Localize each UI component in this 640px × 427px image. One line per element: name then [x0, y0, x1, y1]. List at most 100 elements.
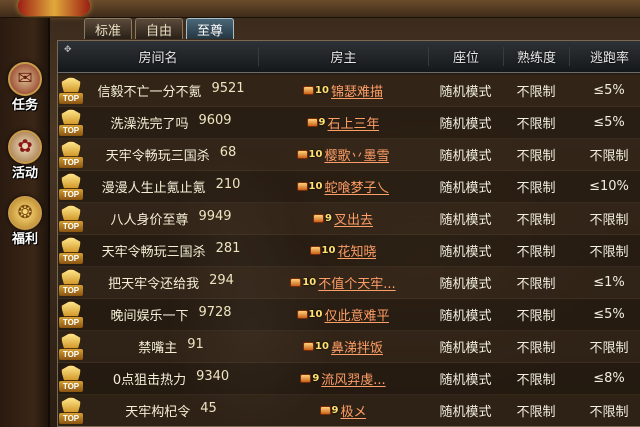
- room-name: 八人身价至尊: [110, 213, 189, 228]
- top-badge-label: TOP: [59, 124, 83, 136]
- side-item-welfare[interactable]: ❂ 福利: [2, 196, 48, 247]
- tab-supreme[interactable]: 至尊: [186, 18, 235, 39]
- top-shield-icon: [61, 236, 81, 253]
- host-name-link[interactable]: 流风羿虔...: [321, 369, 385, 388]
- side-item-activity[interactable]: ✿ 活动: [2, 130, 48, 181]
- room-name-cell: 禁嘴主 91: [84, 337, 258, 356]
- top-badge-label: TOP: [59, 92, 83, 104]
- seat-mode: 随机模式: [439, 245, 492, 260]
- table-row[interactable]: TOP 禁嘴主 91 10 鼻涕拌饭 随机模式 不限制 不限制: [58, 331, 640, 363]
- table-row[interactable]: TOP 天牢令畅玩三国杀 281 10 花知晓 随机模式 不限制 不限制: [58, 235, 640, 267]
- top-badge-label: TOP: [59, 188, 83, 200]
- tab-standard[interactable]: 标准: [84, 18, 133, 39]
- vip-badge: 10: [296, 149, 322, 160]
- table-row[interactable]: TOP 八人身价至尊 9949 9 叉出去 随机模式 不限制 不限制: [58, 203, 640, 235]
- top-badge-cell: TOP: [58, 299, 84, 331]
- vip-level: 9: [325, 213, 332, 224]
- vip-level: 10: [315, 85, 329, 96]
- table-row[interactable]: TOP 晚间娱乐一下 9728 10 仅此意难平 随机模式 不限制 ≤5%: [58, 299, 640, 331]
- top-badge-icon: TOP: [59, 236, 83, 266]
- table-row[interactable]: TOP 天牢构杞令 45 9 极メ 随机模式 不限制 不限制: [58, 395, 640, 427]
- vip-crown-icon: [303, 86, 315, 95]
- table-row[interactable]: TOP 洗澡洗完了吗 9609 9 石上三年 随机模式 不限制 ≤5%: [58, 107, 640, 139]
- vip-badge: 9: [306, 117, 325, 128]
- room-name-cell: 洗澡洗完了吗 9609: [84, 113, 258, 132]
- skill-requirement: 不限制: [516, 309, 556, 324]
- tab-free[interactable]: 自由: [135, 18, 184, 39]
- top-badge-cell: TOP: [58, 395, 84, 427]
- top-badge-icon: TOP: [59, 300, 83, 330]
- column-skill[interactable]: 熟练度: [503, 47, 569, 66]
- side-item-task[interactable]: ✉ 任务: [2, 62, 48, 113]
- host-cell: 9 流风羿虔...: [258, 369, 428, 388]
- room-name: 漫漫人生止氪止氪: [101, 181, 206, 196]
- room-id: 210: [215, 177, 241, 192]
- host-name-link[interactable]: 石上三年: [327, 113, 379, 132]
- table-row[interactable]: TOP 把天牢令还给我 294 10 不值个天牢... 随机模式 不限制 ≤1%: [58, 267, 640, 299]
- table-row[interactable]: TOP 天牢令畅玩三国杀 68 10 樱歌丷墨雪 随机模式 不限制 不限制: [58, 139, 640, 171]
- room-name: 晚间娱乐一下: [110, 309, 189, 324]
- seat-mode: 随机模式: [439, 213, 492, 228]
- room-id: 9949: [198, 209, 232, 224]
- side-item-activity-label: 活动: [11, 166, 38, 181]
- top-badge-label: TOP: [59, 316, 83, 328]
- flee-rate: ≤5%: [593, 307, 625, 322]
- skill-requirement: 不限制: [516, 149, 556, 164]
- top-shield-icon: [61, 268, 81, 285]
- top-badge-cell: TOP: [58, 75, 84, 107]
- skill-requirement: 不限制: [516, 405, 556, 420]
- room-name: 信毅不亡一分不氪: [97, 85, 202, 100]
- top-badge-cell: TOP: [58, 235, 84, 267]
- vip-crown-icon: [296, 150, 308, 159]
- host-name-link[interactable]: 樱歌丷墨雪: [324, 145, 389, 164]
- host-name-link[interactable]: 不值个天牢...: [318, 273, 395, 292]
- room-id: 91: [187, 337, 204, 352]
- top-badge-label: TOP: [59, 284, 83, 296]
- host-name-link[interactable]: 叉出去: [334, 209, 373, 228]
- skill-requirement: 不限制: [516, 341, 556, 356]
- host-name-link[interactable]: 极メ: [340, 401, 366, 420]
- flee-rate: ≤5%: [593, 115, 625, 130]
- host-cell: 10 仅此意难平: [258, 305, 428, 324]
- top-shield-icon: [61, 364, 81, 381]
- table-row[interactable]: TOP 漫漫人生止氪止氪 210 10 蛇喰梦子乀 随机模式 不限制 ≤10%: [58, 171, 640, 203]
- room-name-cell: 0点狙击热力 9340: [84, 369, 258, 388]
- room-name: 洗澡洗完了吗: [110, 117, 189, 132]
- seat-mode: 随机模式: [439, 277, 492, 292]
- vip-crown-icon: [313, 214, 324, 223]
- top-shield-icon: [61, 204, 81, 221]
- vip-level: 10: [302, 277, 317, 288]
- host-name-link[interactable]: 鼻涕拌饭: [331, 337, 383, 356]
- room-name-cell: 晚间娱乐一下 9728: [84, 305, 258, 324]
- host-cell: 10 樱歌丷墨雪: [258, 145, 428, 164]
- host-name-link[interactable]: 锦瑟难描: [331, 81, 383, 100]
- vip-badge: 9: [319, 405, 338, 416]
- room-name-cell: 天牢构杞令 45: [84, 401, 258, 420]
- vip-badge: 10: [309, 245, 335, 256]
- top-badge-cell: TOP: [58, 363, 84, 395]
- vip-crown-icon: [296, 310, 308, 319]
- task-scroll-icon: ✉: [8, 62, 42, 96]
- flee-rate: ≤1%: [593, 275, 625, 290]
- panel-corner-icon: ✥: [64, 45, 72, 55]
- vip-crown-icon: [300, 374, 312, 383]
- seat-mode: 随机模式: [439, 85, 492, 100]
- table-row[interactable]: TOP 信毅不亡一分不氪 9521 10 锦瑟难描 随机模式 不限制 ≤5%: [58, 75, 640, 107]
- table-row[interactable]: TOP 0点狙击热力 9340 9 流风羿虔... 随机模式 不限制 ≤8%: [58, 363, 640, 395]
- flee-rate: 不限制: [589, 149, 629, 164]
- vip-badge: 10: [290, 277, 316, 288]
- column-host[interactable]: 房主: [258, 47, 428, 66]
- host-name-link[interactable]: 花知晓: [337, 241, 376, 260]
- room-name: 禁嘴主: [138, 341, 178, 356]
- room-id: 9340: [196, 369, 230, 384]
- skill-requirement: 不限制: [516, 213, 556, 228]
- top-badge-label: TOP: [59, 380, 83, 392]
- flee-rate: 不限制: [589, 341, 629, 356]
- host-name-link[interactable]: 蛇喰梦子乀: [324, 177, 389, 196]
- top-badge-cell: TOP: [58, 139, 84, 171]
- column-flee-rate[interactable]: 逃跑率: [569, 47, 640, 66]
- column-seat[interactable]: 座位: [428, 47, 503, 66]
- host-name-link[interactable]: 仅此意难平: [324, 305, 389, 324]
- column-room-name[interactable]: 房间名: [58, 47, 258, 66]
- seat-mode: 随机模式: [439, 405, 492, 420]
